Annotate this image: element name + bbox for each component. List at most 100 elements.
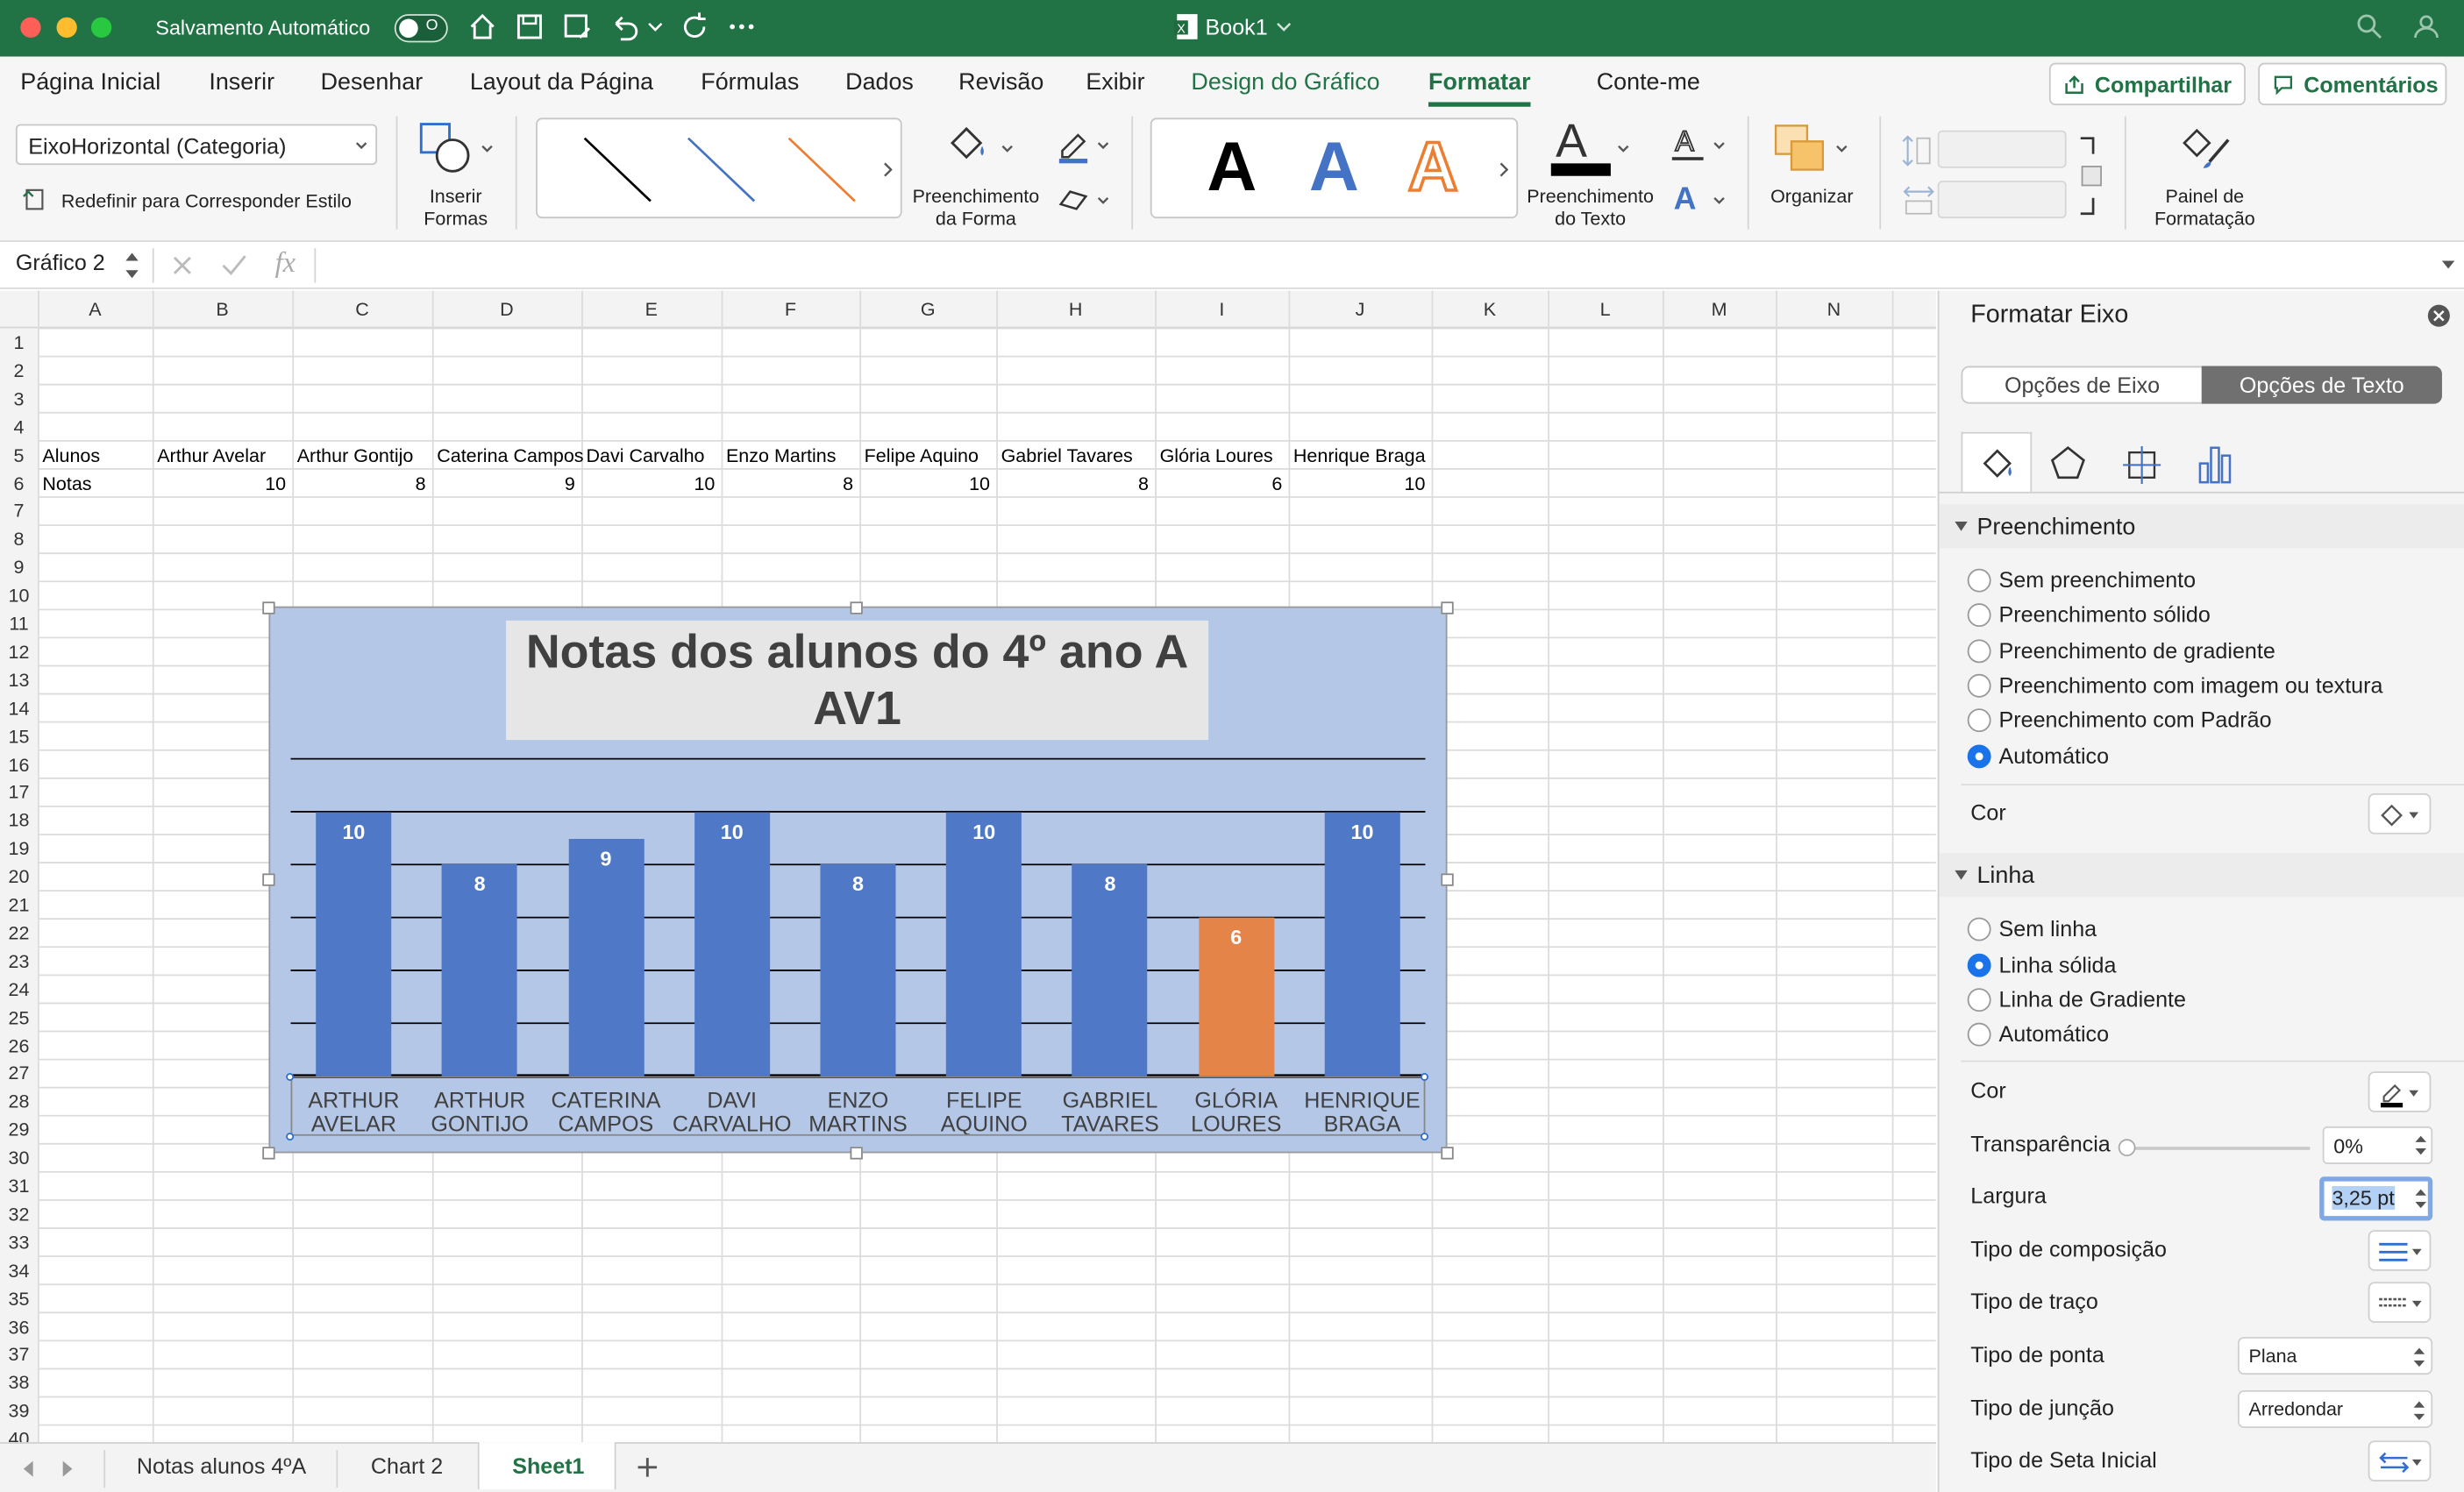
radio-picture-fill[interactable]: Preenchimento com imagem ou textura bbox=[1967, 672, 2382, 699]
shape-effects-icon[interactable] bbox=[1056, 185, 1090, 213]
resize-handle[interactable] bbox=[850, 1147, 863, 1160]
transparency-slider-thumb[interactable] bbox=[2118, 1139, 2136, 1156]
insert-function-icon[interactable]: fx bbox=[275, 246, 296, 280]
arrange-icon[interactable] bbox=[1772, 123, 1829, 176]
horizontal-axis-selection[interactable] bbox=[290, 1076, 1426, 1136]
home-icon[interactable] bbox=[465, 10, 499, 44]
row-header-26[interactable]: 26 bbox=[0, 1034, 38, 1056]
undo-icon[interactable] bbox=[607, 10, 641, 44]
row-header-29[interactable]: 29 bbox=[0, 1119, 38, 1140]
effects-chevron-down-icon[interactable] bbox=[1095, 193, 1111, 209]
fill-section-header[interactable]: Preenchimento bbox=[1939, 504, 2464, 549]
bar-7[interactable] bbox=[1072, 864, 1149, 1076]
begin-arrow-picker[interactable] bbox=[2368, 1440, 2432, 1481]
redo-icon[interactable] bbox=[677, 10, 711, 44]
row-header-8[interactable]: 8 bbox=[0, 529, 38, 551]
axis-selection-handle[interactable] bbox=[286, 1133, 295, 1141]
cap-type-select[interactable]: Plana bbox=[2237, 1337, 2433, 1375]
tab-inserir[interactable]: Inserir bbox=[209, 69, 274, 96]
shape-styles-gallery[interactable] bbox=[536, 117, 902, 219]
scroll-tabs-left-icon[interactable] bbox=[19, 1458, 39, 1480]
axis-selection-handle[interactable] bbox=[1421, 1073, 1429, 1081]
resize-handle[interactable] bbox=[1441, 601, 1454, 615]
row-header-31[interactable]: 31 bbox=[0, 1175, 38, 1197]
axis-options-chart-icon[interactable] bbox=[2197, 442, 2234, 486]
bar-3[interactable] bbox=[567, 838, 644, 1076]
row-header-20[interactable]: 20 bbox=[0, 866, 38, 888]
row-header-2[interactable]: 2 bbox=[0, 359, 38, 381]
insert-shapes-icon[interactable] bbox=[418, 121, 475, 178]
axis-selection-handle[interactable] bbox=[1421, 1133, 1429, 1141]
autosave-toggle[interactable]: O bbox=[394, 14, 448, 43]
line-section-header[interactable]: Linha bbox=[1939, 853, 2464, 898]
cancel-icon[interactable] bbox=[170, 253, 196, 279]
join-type-select[interactable]: Arredondar bbox=[2237, 1390, 2433, 1429]
row-header-1[interactable]: 1 bbox=[0, 331, 38, 353]
row-header-34[interactable]: 34 bbox=[0, 1260, 38, 1282]
row-header-39[interactable]: 39 bbox=[0, 1400, 38, 1422]
tab-formulas[interactable]: Fórmulas bbox=[701, 69, 799, 96]
row-header-38[interactable]: 38 bbox=[0, 1372, 38, 1394]
row-header-3[interactable]: 3 bbox=[0, 387, 38, 409]
name-box[interactable]: Gráfico 2 bbox=[16, 250, 105, 275]
row-header-33[interactable]: 33 bbox=[0, 1232, 38, 1254]
expand-formula-chevron-down-icon[interactable] bbox=[2440, 256, 2456, 272]
row-header-9[interactable]: 9 bbox=[0, 557, 38, 579]
line-width-field[interactable]: 3,25 pt bbox=[2319, 1176, 2433, 1221]
radio-no-fill[interactable]: Sem preenchimento bbox=[1967, 567, 2196, 593]
width-stepper-icon[interactable] bbox=[2414, 1186, 2428, 1211]
bar-2[interactable] bbox=[442, 864, 518, 1076]
wordart-styles-gallery[interactable]: A A A bbox=[1150, 117, 1519, 219]
radio-solid-line[interactable]: Linha sólida bbox=[1967, 952, 2116, 978]
line-color-picker[interactable] bbox=[2368, 1071, 2432, 1112]
tab-dados[interactable]: Dados bbox=[845, 69, 914, 96]
row-header-21[interactable]: 21 bbox=[0, 894, 38, 916]
name-box-stepper-icon[interactable] bbox=[123, 246, 142, 284]
row-header-30[interactable]: 30 bbox=[0, 1147, 38, 1169]
enter-check-icon[interactable] bbox=[220, 253, 248, 279]
row-header-5[interactable]: 5 bbox=[0, 444, 38, 465]
more-icon[interactable] bbox=[724, 10, 758, 44]
radio-automatic-line[interactable]: Automático bbox=[1967, 1021, 2109, 1048]
account-icon[interactable] bbox=[2409, 10, 2443, 44]
bar-1[interactable] bbox=[316, 811, 392, 1076]
radio-solid-fill[interactable]: Preenchimento sólido bbox=[1967, 601, 2211, 628]
line-style-blue[interactable] bbox=[685, 135, 757, 204]
fill-line-tab[interactable] bbox=[1961, 431, 2033, 492]
bar-5[interactable] bbox=[820, 864, 896, 1076]
row-header-15[interactable]: 15 bbox=[0, 725, 38, 747]
title-chevron-down-icon[interactable] bbox=[1273, 10, 1295, 44]
row-header-22[interactable]: 22 bbox=[0, 922, 38, 944]
save-as-icon[interactable] bbox=[559, 10, 594, 44]
tab-desenhar[interactable]: Desenhar bbox=[321, 69, 424, 96]
transparency-stepper-icon[interactable] bbox=[2414, 1133, 2428, 1158]
comments-button[interactable]: Comentários bbox=[2258, 62, 2447, 106]
chart-selection-handles[interactable] bbox=[0, 0, 1454, 1160]
radio-no-line[interactable]: Sem linha bbox=[1967, 916, 2097, 942]
lock-aspect-ratio-icon[interactable] bbox=[2075, 132, 2109, 220]
tab-pagina-inicial[interactable]: Página Inicial bbox=[20, 69, 160, 96]
resize-handle[interactable] bbox=[850, 601, 863, 615]
wordart-chevron-right-icon[interactable] bbox=[1496, 160, 1512, 180]
save-icon[interactable] bbox=[512, 10, 546, 44]
sheet-tab-chart-2[interactable]: Chart 2 bbox=[371, 1453, 443, 1479]
text-effects-button[interactable]: A bbox=[1674, 182, 1697, 218]
tab-text-options[interactable]: Opções de Texto bbox=[2201, 366, 2442, 404]
reset-style-button[interactable]: Redefinir para Corresponder Estilo bbox=[61, 190, 352, 212]
gallery-chevron-right-icon[interactable] bbox=[880, 160, 896, 180]
tab-revisao[interactable]: Revisão bbox=[958, 69, 1043, 96]
shapes-chevron-down-icon[interactable] bbox=[480, 141, 495, 157]
text-outline-chevron-down-icon[interactable] bbox=[1712, 139, 1727, 154]
row-header-14[interactable]: 14 bbox=[0, 697, 38, 719]
axis-selection-handle[interactable] bbox=[286, 1073, 295, 1081]
tab-exibir[interactable]: Exibir bbox=[1086, 69, 1144, 96]
width-field[interactable] bbox=[1937, 181, 2067, 219]
wordart-style-black[interactable]: A bbox=[1207, 129, 1257, 208]
scroll-tabs-right-icon[interactable] bbox=[58, 1458, 77, 1480]
tell-me-search[interactable]: Conte-me bbox=[1597, 69, 1700, 96]
transparency-slider[interactable] bbox=[2118, 1139, 2311, 1156]
radio-automatic-fill[interactable]: Automático bbox=[1967, 743, 2109, 770]
radio-gradient-line[interactable]: Linha de Gradiente bbox=[1967, 986, 2186, 1012]
outline-chevron-down-icon[interactable] bbox=[1095, 139, 1111, 154]
fill-color-picker[interactable] bbox=[2368, 793, 2432, 835]
